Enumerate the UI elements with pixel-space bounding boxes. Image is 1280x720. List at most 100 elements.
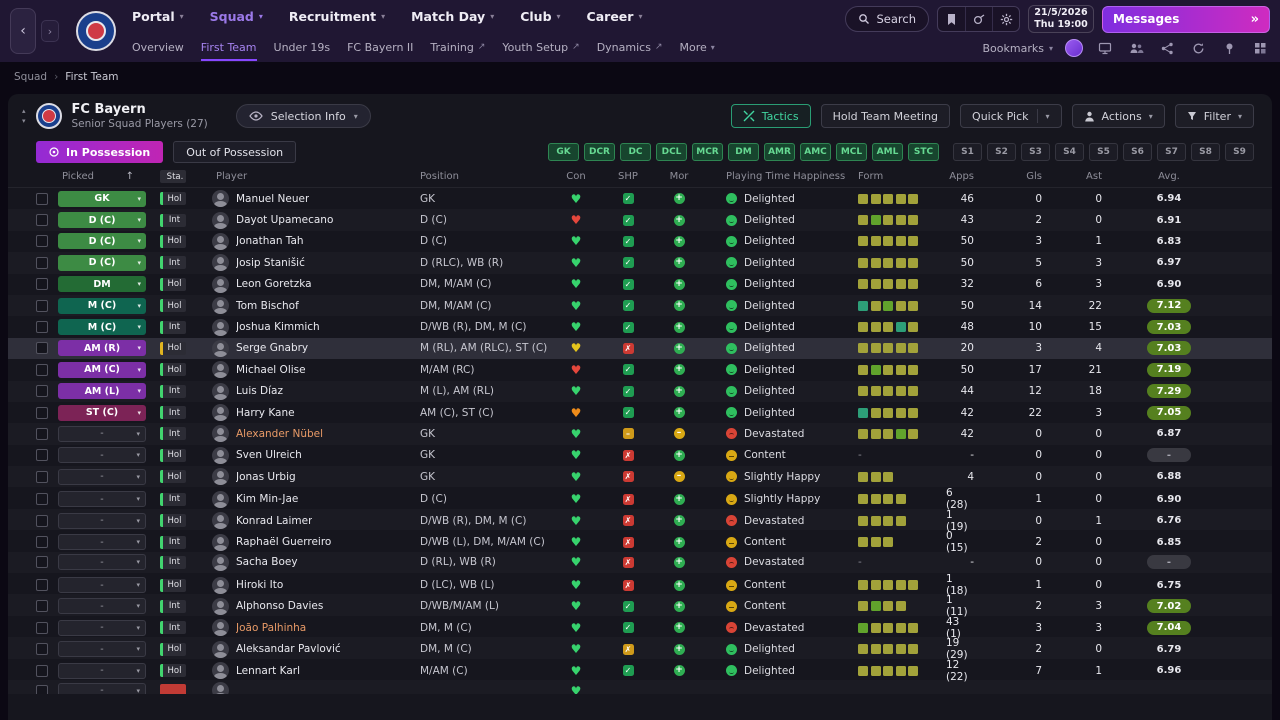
player-name[interactable]: Hiroki Ito bbox=[236, 579, 283, 591]
player-name[interactable]: Tom Bischof bbox=[236, 300, 299, 312]
slot-chip-s5[interactable]: S5 bbox=[1089, 143, 1118, 161]
picked-position-dropdown[interactable]: - ▾ bbox=[58, 534, 146, 551]
table-row[interactable]: - ▾ Hol Hiroki Ito D (LC), WB (L) ♥ ✗ + Content 1… bbox=[8, 573, 1272, 597]
picked-position-dropdown[interactable]: - ▾ bbox=[58, 619, 146, 636]
row-checkbox[interactable] bbox=[36, 449, 48, 462]
row-checkbox[interactable] bbox=[36, 385, 48, 398]
player-name[interactable]: Raphaël Guerreiro bbox=[236, 536, 331, 548]
slot-chip-s3[interactable]: S3 bbox=[1021, 143, 1050, 161]
column-header-form[interactable]: Form bbox=[846, 171, 946, 182]
row-checkbox[interactable] bbox=[36, 342, 48, 355]
nav-club[interactable]: Club ▾ bbox=[520, 9, 560, 24]
column-header-gls[interactable]: Gls bbox=[1010, 171, 1076, 182]
row-checkbox[interactable] bbox=[36, 470, 48, 483]
player-name[interactable]: Sven Ulreich bbox=[236, 449, 302, 461]
picked-position-dropdown[interactable]: - ▾ bbox=[58, 491, 146, 508]
picked-position-dropdown[interactable]: AM (C) ▾ bbox=[58, 361, 146, 378]
picked-position-dropdown[interactable]: D (C) ▾ bbox=[58, 254, 146, 271]
position-chip-mcr[interactable]: MCR bbox=[692, 143, 723, 161]
table-row[interactable]: - ▾ Hol Sven Ulreich GK ♥ ✗ + Content - -0 0- bbox=[8, 445, 1272, 466]
tactics-button[interactable]: Tactics bbox=[730, 104, 811, 128]
row-checkbox[interactable] bbox=[36, 684, 48, 694]
player-name[interactable]: Luis Díaz bbox=[236, 385, 283, 397]
row-checkbox[interactable] bbox=[36, 214, 48, 227]
table-row[interactable]: D (C) ▾ Int Dayot Upamecano D (C) ♥ ✓ + Delighte… bbox=[8, 209, 1272, 230]
subnav-fc-bayern-ii[interactable]: FC Bayern II bbox=[347, 32, 413, 62]
table-row[interactable]: - ▾ Int Sacha Boey D (RL), WB (R) ♥ ✗ + Devastat… bbox=[8, 552, 1272, 573]
monitor-button[interactable] bbox=[1095, 38, 1115, 58]
slot-chip-s9[interactable]: S9 bbox=[1225, 143, 1254, 161]
column-header-avg[interactable]: Avg. bbox=[1132, 171, 1206, 182]
player-name[interactable]: Kim Min-Jae bbox=[236, 493, 298, 505]
date-display[interactable]: 21/5/2026 Thu 19:00 bbox=[1028, 5, 1094, 33]
forward-button[interactable]: › bbox=[41, 20, 59, 42]
row-checkbox[interactable] bbox=[36, 278, 48, 291]
row-checkbox[interactable] bbox=[36, 556, 48, 569]
subnav-dynamics[interactable]: Dynamics ↗ bbox=[597, 32, 663, 62]
player-name[interactable]: Aleksandar Pavlović bbox=[236, 643, 341, 655]
nav-squad[interactable]: Squad ▾ bbox=[210, 9, 263, 24]
table-row[interactable]: M (C) ▾ Hol Tom Bischof DM, M/AM (C) ♥ ✓ + Delig… bbox=[8, 295, 1272, 316]
picked-position-dropdown[interactable]: GK ▾ bbox=[58, 190, 146, 207]
row-checkbox[interactable] bbox=[36, 256, 48, 269]
row-checkbox[interactable] bbox=[36, 363, 48, 376]
collapse-control[interactable]: ▴ ▾ bbox=[22, 107, 26, 125]
subnav-youth-setup[interactable]: Youth Setup ↗ bbox=[502, 32, 579, 62]
position-chip-dcl[interactable]: DCL bbox=[656, 143, 687, 161]
table-row[interactable]: DM ▾ Hol Leon Goretzka DM, M/AM (C) ♥ ✓ + Deligh… bbox=[8, 274, 1272, 295]
position-chip-amr[interactable]: AMR bbox=[764, 143, 795, 161]
tab-in-possession[interactable]: In Possession bbox=[36, 141, 164, 163]
picked-position-dropdown[interactable]: M (C) ▾ bbox=[58, 319, 146, 336]
position-chip-gk[interactable]: GK bbox=[548, 143, 579, 161]
column-header-con[interactable]: Con bbox=[550, 171, 602, 182]
row-checkbox[interactable] bbox=[36, 600, 48, 613]
subnav-first-team[interactable]: First Team bbox=[200, 32, 257, 62]
picked-position-dropdown[interactable]: - ▾ bbox=[58, 512, 146, 529]
subnav-under-19s[interactable]: Under 19s bbox=[274, 32, 331, 62]
chevron-down-icon[interactable]: ▾ bbox=[1046, 112, 1050, 121]
picked-position-dropdown[interactable]: - ▾ bbox=[58, 425, 146, 442]
table-row[interactable]: D (C) ▾ Hol Jonathan Tah D (C) ♥ ✓ + Delighted 50… bbox=[8, 231, 1272, 252]
position-chip-dm[interactable]: DM bbox=[728, 143, 759, 161]
picked-position-dropdown[interactable]: M (C) ▾ bbox=[58, 297, 146, 314]
player-name[interactable]: Serge Gnabry bbox=[236, 342, 308, 354]
player-name[interactable]: Joshua Kimmich bbox=[236, 321, 320, 333]
subnav-training[interactable]: Training ↗ bbox=[430, 32, 485, 62]
picked-position-dropdown[interactable]: - ▾ bbox=[58, 682, 146, 694]
player-name[interactable]: João Palhinha bbox=[236, 622, 306, 634]
column-header-player[interactable]: Player bbox=[212, 171, 410, 182]
table-row[interactable]: - ▾ Hol Konrad Laimer D/WB (R), DM, M (C) ♥ ✗ +… bbox=[8, 509, 1272, 533]
pin-button[interactable] bbox=[1219, 38, 1239, 58]
search-button[interactable]: Search bbox=[845, 6, 929, 32]
column-header-sta[interactable]: Sta. bbox=[160, 170, 186, 183]
refresh-button[interactable] bbox=[1188, 38, 1208, 58]
slot-chip-s1[interactable]: S1 bbox=[953, 143, 982, 161]
row-checkbox[interactable] bbox=[36, 321, 48, 334]
back-button[interactable]: ‹ bbox=[10, 8, 36, 54]
actions-button[interactable]: Actions ▾ bbox=[1071, 104, 1165, 128]
player-name[interactable]: Lennart Karl bbox=[236, 665, 300, 677]
table-row[interactable]: - ▾ Int Kim Min-Jae D (C) ♥ ✗ + Slightly Happy 6 … bbox=[8, 487, 1272, 511]
row-checkbox[interactable] bbox=[36, 192, 48, 205]
player-name[interactable]: Jonathan Tah bbox=[236, 235, 304, 247]
picked-position-dropdown[interactable]: - ▾ bbox=[58, 641, 146, 658]
column-header-apps[interactable]: Apps bbox=[946, 171, 1010, 182]
table-row[interactable]: - ▾ ♥ bbox=[8, 680, 1272, 694]
picked-position-dropdown[interactable]: D (C) ▾ bbox=[58, 233, 146, 250]
player-name[interactable]: Josip Stanišić bbox=[236, 257, 305, 269]
player-name[interactable]: Michael Olise bbox=[236, 364, 306, 376]
picked-position-dropdown[interactable]: DM ▾ bbox=[58, 276, 146, 293]
table-row[interactable]: - ▾ Hol Aleksandar Pavlović DM, M (C) ♥ ✗ + Deli… bbox=[8, 637, 1272, 661]
table-row[interactable]: - ▾ Int Alphonso Davies D/WB/M/AM (L) ♥ ✓ + Cont… bbox=[8, 594, 1272, 618]
row-checkbox[interactable] bbox=[36, 235, 48, 248]
position-chip-mcl[interactable]: MCL bbox=[836, 143, 867, 161]
row-checkbox[interactable] bbox=[36, 406, 48, 419]
row-checkbox[interactable] bbox=[36, 427, 48, 440]
player-name[interactable]: Alexander Nübel bbox=[236, 428, 323, 440]
nav-recruitment[interactable]: Recruitment ▾ bbox=[289, 9, 385, 24]
network-button[interactable] bbox=[1157, 38, 1177, 58]
table-row[interactable]: AM (L) ▾ Int Luis Díaz M (L), AM (RL) ♥ ✓ + Deli… bbox=[8, 381, 1272, 402]
column-header-picked[interactable]: Picked ↑ bbox=[58, 169, 146, 185]
table-row[interactable]: AM (C) ▾ Hol Michael Olise M/AM (RC) ♥ ✓ + Delig… bbox=[8, 359, 1272, 380]
position-chip-dcr[interactable]: DCR bbox=[584, 143, 615, 161]
